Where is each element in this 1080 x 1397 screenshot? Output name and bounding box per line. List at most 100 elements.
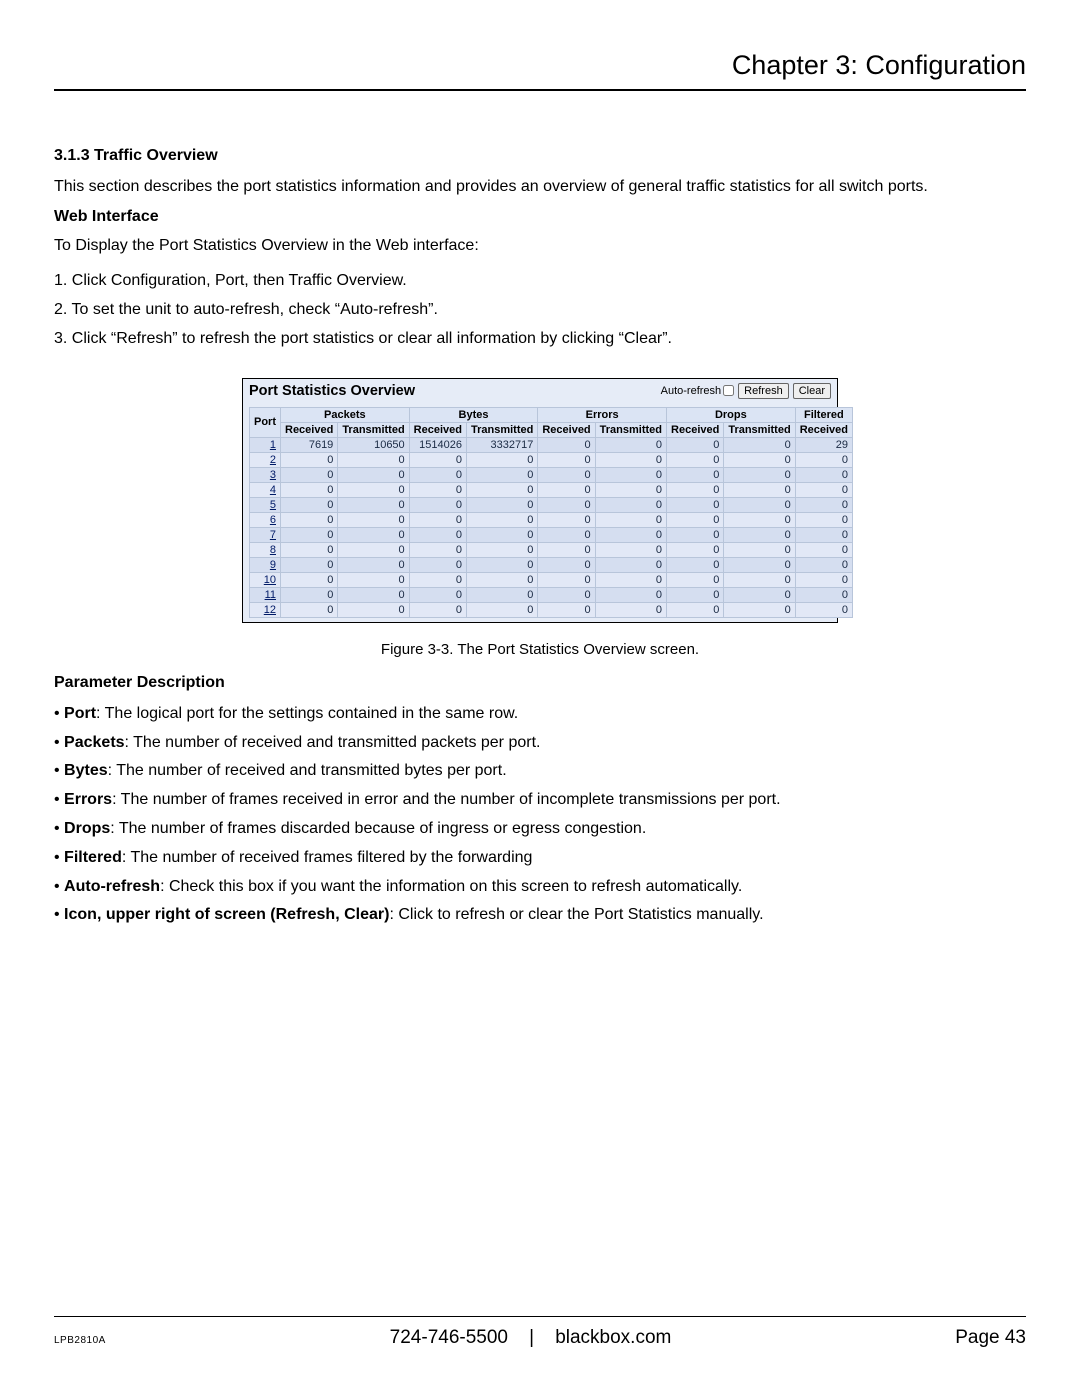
port-link[interactable]: 1 — [270, 439, 276, 451]
port-link[interactable]: 2 — [270, 454, 276, 466]
section-number: 3.1.3 Traffic Overview — [54, 147, 1026, 165]
table-cell: 0 — [667, 572, 724, 587]
table-cell: 0 — [538, 452, 595, 467]
footer-sep: | — [529, 1327, 534, 1348]
table-cell: 0 — [724, 572, 795, 587]
param-item: • Auto-refresh: Check this box if you wa… — [54, 873, 1026, 902]
auto-refresh-checkbox[interactable] — [723, 385, 734, 396]
table-cell: 0 — [281, 467, 338, 482]
table-cell: 0 — [409, 527, 466, 542]
table-cell: 0 — [595, 602, 666, 617]
table-cell: 0 — [538, 587, 595, 602]
port-link[interactable]: 12 — [264, 604, 276, 616]
table-cell: 3 — [250, 467, 281, 482]
table-cell: 29 — [795, 437, 852, 452]
screenshot-title: Port Statistics Overview — [249, 383, 661, 399]
port-link[interactable]: 9 — [270, 559, 276, 571]
table-cell: 0 — [538, 527, 595, 542]
table-cell: 0 — [595, 542, 666, 557]
th-bytes-tx: Transmitted — [466, 422, 537, 437]
table-cell: 0 — [595, 527, 666, 542]
port-link[interactable]: 11 — [265, 589, 276, 601]
table-cell: 7619 — [281, 437, 338, 452]
th-errors: Errors — [538, 407, 667, 422]
port-link[interactable]: 10 — [264, 574, 276, 586]
table-cell: 0 — [795, 557, 852, 572]
table-cell: 0 — [409, 512, 466, 527]
port-link[interactable]: 3 — [270, 469, 276, 481]
table-cell: 2 — [250, 452, 281, 467]
table-cell: 0 — [595, 467, 666, 482]
param-item: • Filtered: The number of received frame… — [54, 844, 1026, 873]
port-link[interactable]: 8 — [270, 544, 276, 556]
table-cell: 0 — [795, 587, 852, 602]
footer-page: Page 43 — [955, 1327, 1026, 1349]
table-cell: 0 — [281, 587, 338, 602]
table-cell: 0 — [538, 602, 595, 617]
table-cell: 0 — [724, 557, 795, 572]
th-pkts-rx: Received — [281, 422, 338, 437]
page-footer: LPB2810A 724-746-5500 | blackbox.com Pag… — [54, 1316, 1026, 1349]
table-row: 5000000000 — [250, 497, 853, 512]
table-cell: 0 — [724, 437, 795, 452]
th-bytes: Bytes — [409, 407, 538, 422]
table-cell: 0 — [538, 467, 595, 482]
table-cell: 0 — [595, 437, 666, 452]
table-cell: 0 — [338, 557, 409, 572]
port-link[interactable]: 7 — [270, 529, 276, 541]
table-cell: 0 — [281, 452, 338, 467]
table-row: 176191065015140263332717000029 — [250, 437, 853, 452]
table-cell: 0 — [281, 542, 338, 557]
th-packets: Packets — [281, 407, 410, 422]
table-cell: 0 — [667, 482, 724, 497]
table-cell: 0 — [409, 587, 466, 602]
table-cell: 0 — [466, 482, 537, 497]
table-row: 4000000000 — [250, 482, 853, 497]
port-statistics-table: Port Packets Bytes Errors Drops Filtered… — [249, 407, 853, 618]
refresh-button[interactable]: Refresh — [738, 383, 789, 399]
table-cell: 0 — [795, 572, 852, 587]
table-cell: 0 — [338, 572, 409, 587]
table-cell: 0 — [667, 497, 724, 512]
table-cell: 0 — [595, 557, 666, 572]
table-cell: 6 — [250, 512, 281, 527]
table-row: 10000000000 — [250, 572, 853, 587]
table-cell: 0 — [667, 512, 724, 527]
clear-button[interactable]: Clear — [793, 383, 831, 399]
table-cell: 0 — [281, 497, 338, 512]
auto-refresh-label[interactable]: Auto-refresh — [661, 385, 735, 397]
table-row: 12000000000 — [250, 602, 853, 617]
port-link[interactable]: 5 — [270, 499, 276, 511]
table-cell: 0 — [281, 557, 338, 572]
table-cell: 0 — [724, 542, 795, 557]
table-cell: 0 — [667, 557, 724, 572]
step-3: 3. Click “Refresh” to refresh the port s… — [54, 325, 1026, 354]
th-err-rx: Received — [538, 422, 595, 437]
port-link[interactable]: 6 — [270, 514, 276, 526]
table-cell: 0 — [338, 497, 409, 512]
step-2: 2. To set the unit to auto-refresh, chec… — [54, 296, 1026, 325]
table-cell: 0 — [724, 527, 795, 542]
table-cell: 1 — [250, 437, 281, 452]
table-cell: 0 — [595, 452, 666, 467]
table-cell: 0 — [338, 482, 409, 497]
param-item: • Port: The logical port for the setting… — [54, 700, 1026, 729]
port-link[interactable]: 4 — [270, 484, 276, 496]
table-cell: 0 — [338, 602, 409, 617]
table-cell: 0 — [667, 587, 724, 602]
table-cell: 0 — [724, 452, 795, 467]
th-bytes-rx: Received — [409, 422, 466, 437]
table-cell: 0 — [724, 497, 795, 512]
table-cell: 0 — [466, 572, 537, 587]
table-cell: 0 — [724, 602, 795, 617]
table-cell: 0 — [466, 497, 537, 512]
table-row: 3000000000 — [250, 467, 853, 482]
th-port: Port — [250, 407, 281, 437]
table-cell: 0 — [338, 512, 409, 527]
param-item: • Errors: The number of frames received … — [54, 786, 1026, 815]
web-interface-heading: Web Interface — [54, 208, 1026, 226]
table-row: 7000000000 — [250, 527, 853, 542]
table-cell: 0 — [538, 572, 595, 587]
table-cell: 0 — [338, 452, 409, 467]
table-cell: 0 — [409, 572, 466, 587]
